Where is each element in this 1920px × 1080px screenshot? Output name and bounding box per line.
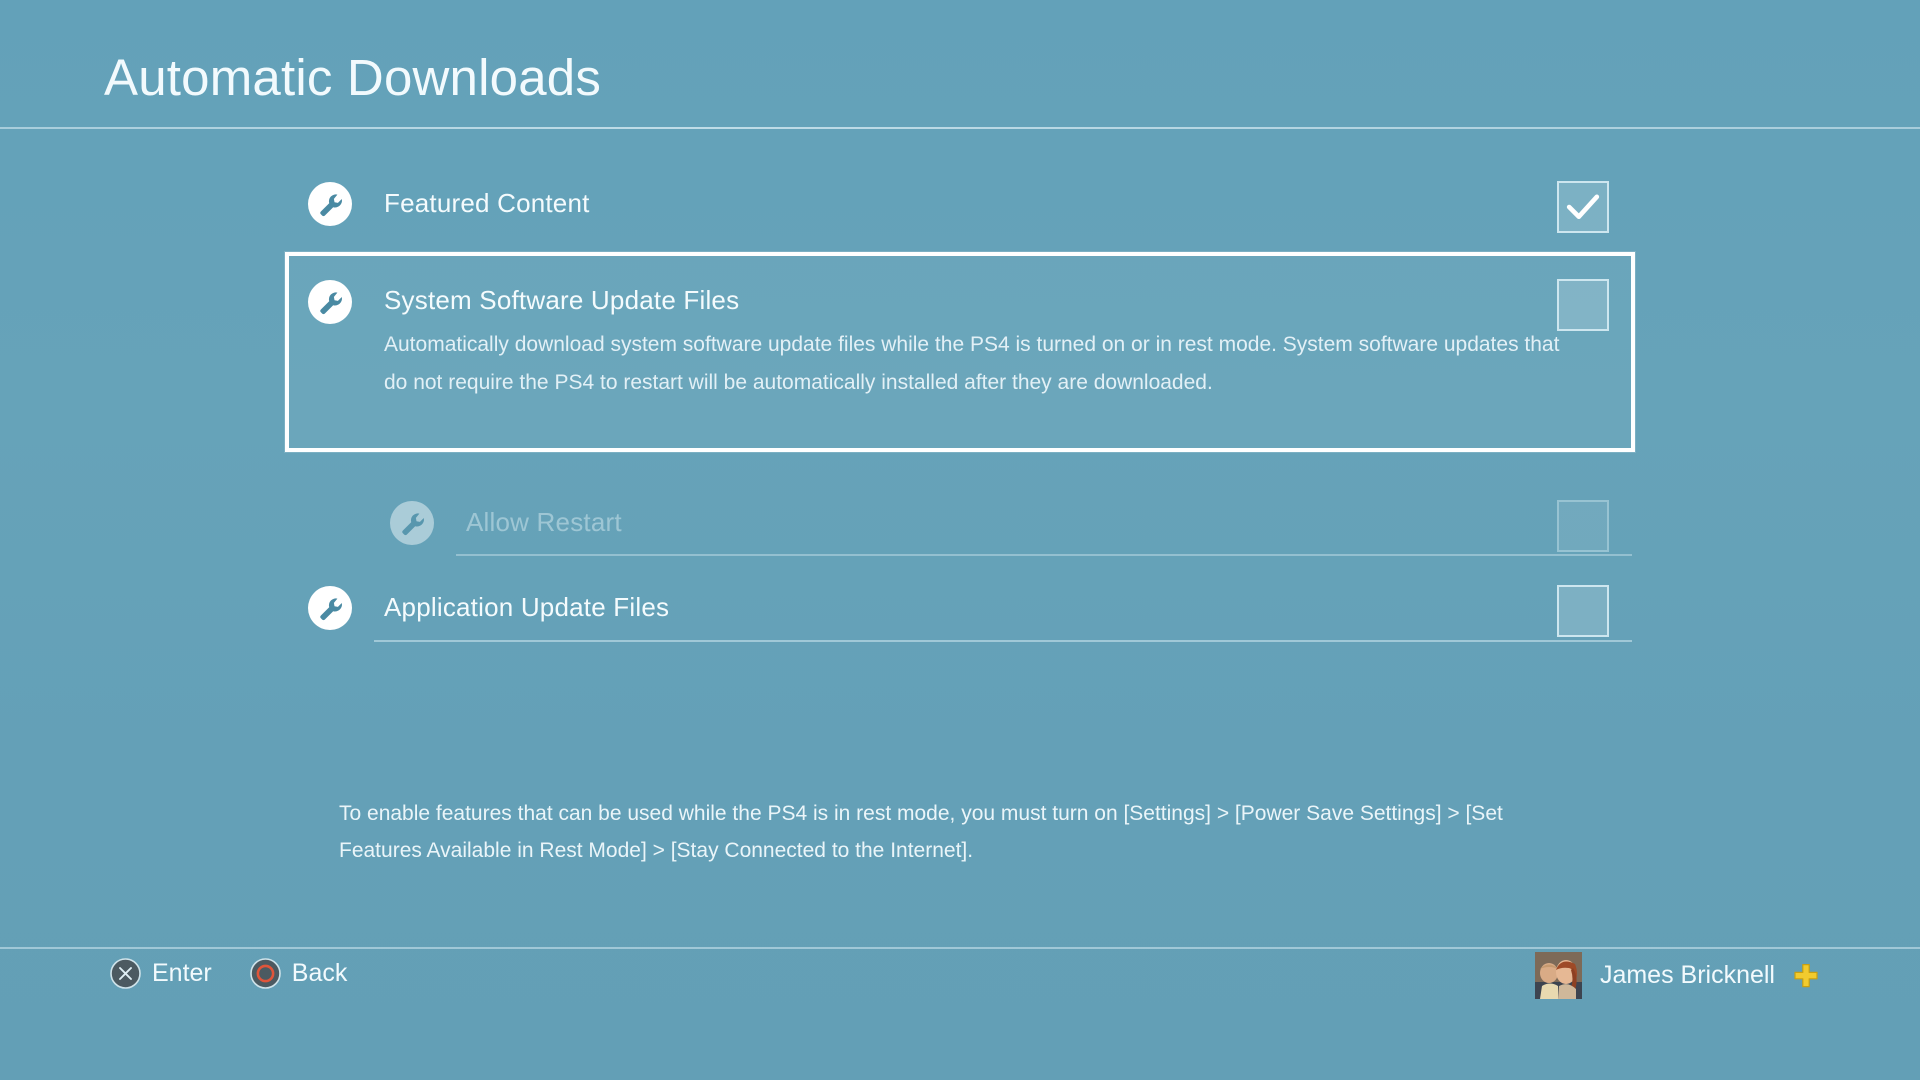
setting-label: System Software Update Files — [384, 285, 740, 315]
wrench-icon — [390, 501, 434, 545]
bottom-bar-divider — [0, 947, 1920, 949]
setting-label: Application Update Files — [384, 592, 670, 622]
hint-label: Enter — [152, 959, 212, 987]
hint-label: Back — [291, 959, 348, 987]
row-separator — [374, 640, 1632, 642]
setting-row-application-update-files[interactable]: Application Update Files — [0, 572, 1920, 648]
help-text: To enable features that can be used whil… — [339, 802, 1503, 862]
setting-label: Allow Restart — [466, 507, 622, 537]
hint-back[interactable]: Back — [249, 958, 348, 989]
user-name: James Bricknell — [1599, 961, 1775, 989]
page-header: Automatic Downloads — [0, 0, 1920, 129]
ps-plus-badge-icon — [1794, 963, 1818, 987]
hint-enter[interactable]: Enter — [110, 958, 212, 989]
button-hints: Enter Back — [110, 958, 347, 989]
wrench-icon — [308, 182, 352, 226]
checkbox-system-software-update-files[interactable] — [1557, 279, 1609, 331]
user-profile[interactable]: James Bricknell — [1534, 952, 1819, 999]
setting-row-system-software-update-files[interactable]: System Software Update Files Automatical… — [0, 252, 1920, 452]
setting-label: Featured Content — [384, 188, 590, 218]
row-separator — [456, 554, 1632, 556]
wrench-icon — [308, 280, 352, 324]
setting-row-featured-content[interactable]: Featured Content — [0, 168, 1920, 244]
checkbox-allow-restart — [1557, 500, 1609, 552]
wrench-icon — [308, 586, 352, 630]
checkbox-featured-content[interactable] — [1557, 181, 1609, 233]
circle-button-icon — [249, 958, 281, 989]
avatar[interactable] — [1534, 952, 1582, 999]
checkbox-application-update-files[interactable] — [1557, 585, 1609, 637]
ps4-settings-screen: Automatic Downloads Featured Content Sys… — [0, 0, 1920, 1080]
header-divider — [0, 127, 1920, 129]
setting-row-allow-restart: Allow Restart — [0, 488, 1920, 564]
cross-button-icon — [110, 958, 141, 989]
page-title: Automatic Downloads — [104, 49, 602, 106]
checkmark-icon — [1566, 194, 1600, 219]
setting-description: Automatically download system software u… — [384, 333, 1560, 394]
